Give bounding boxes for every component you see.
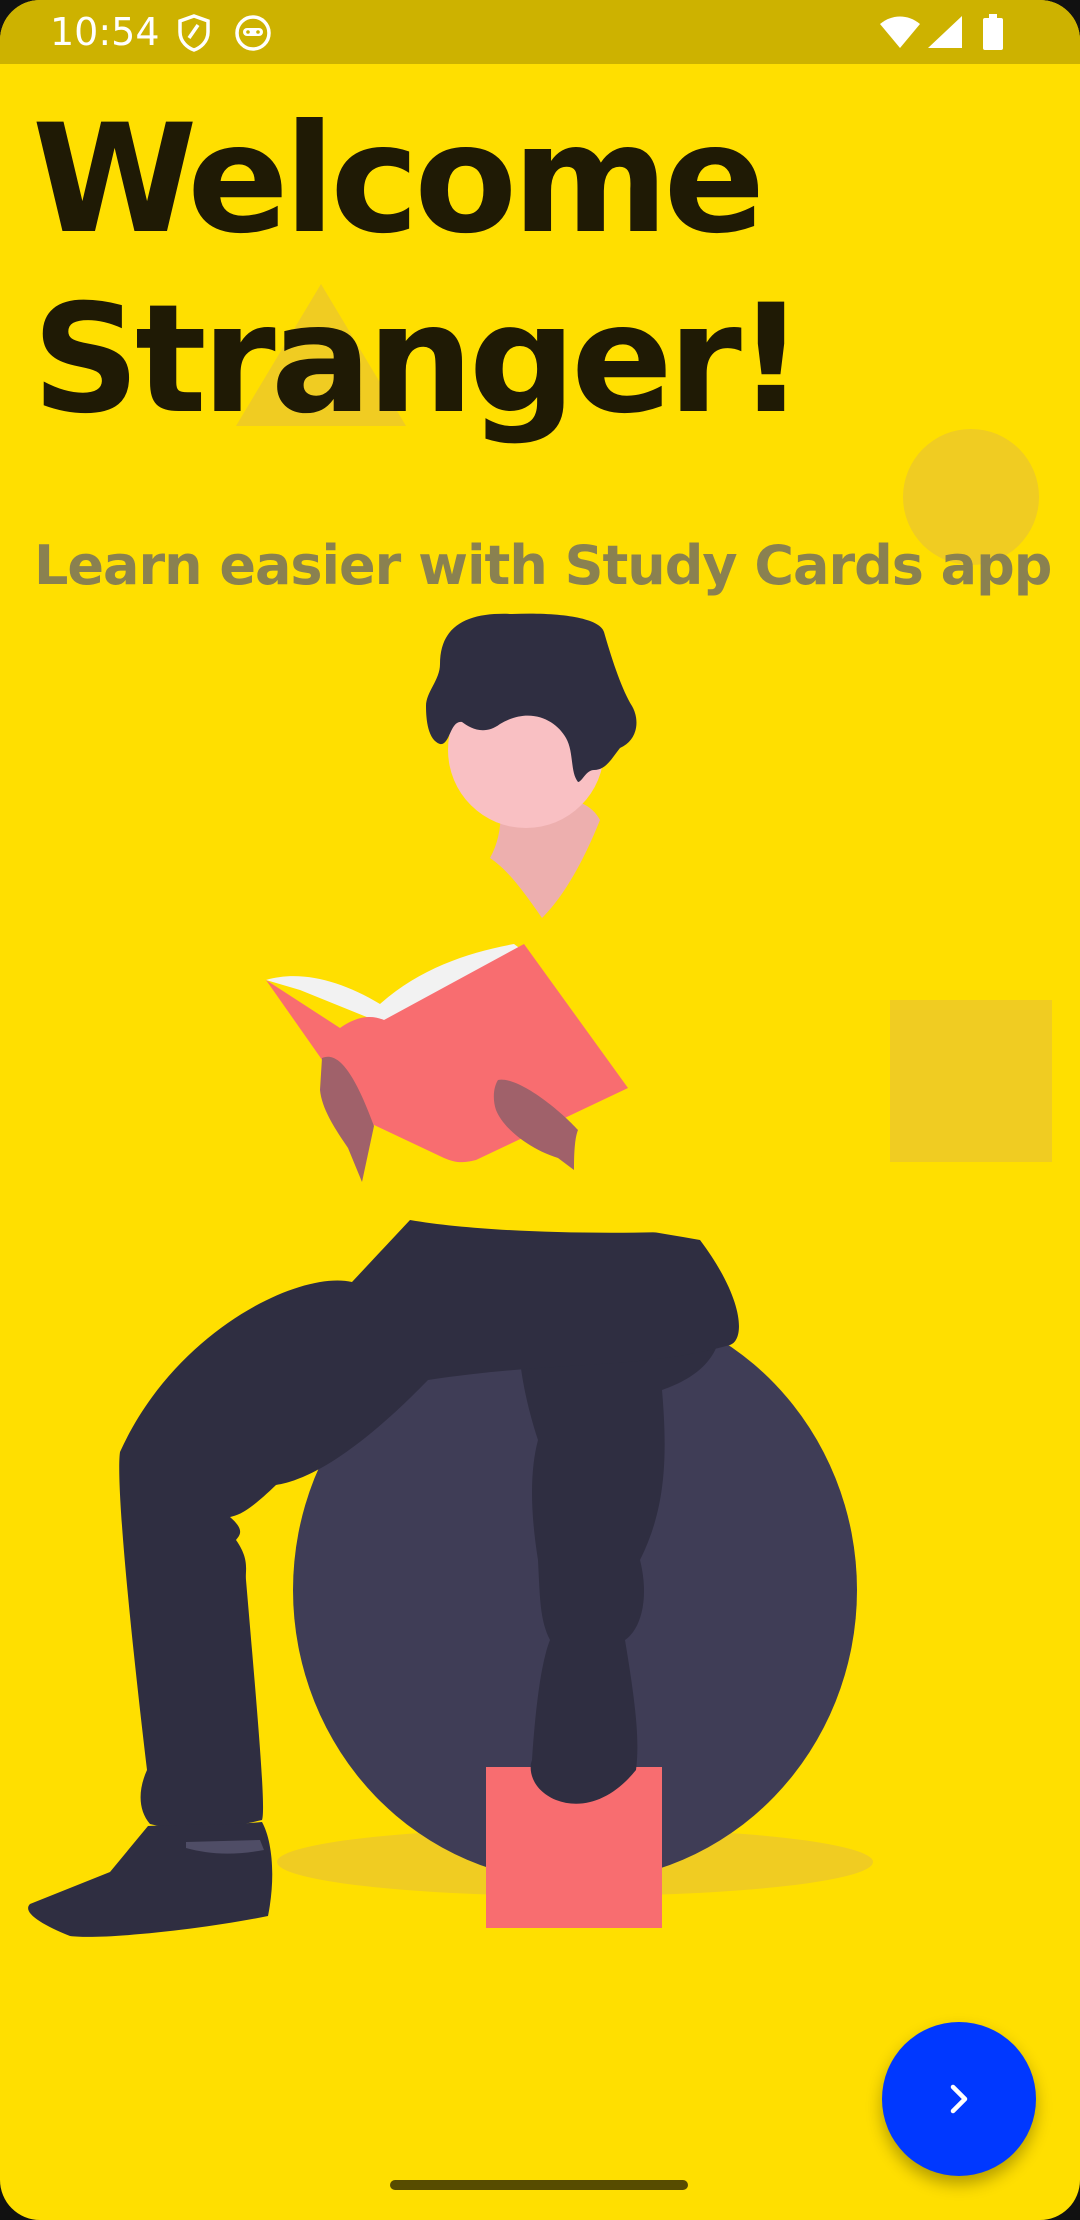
chevron-right-icon <box>950 2084 968 2114</box>
next-button[interactable] <box>882 2022 1036 2176</box>
front-shoe <box>28 1822 273 1937</box>
welcome-title: Welcome Stranger! <box>32 90 805 450</box>
title-line-2: Stranger! <box>32 273 805 447</box>
title-line-1: Welcome <box>32 93 765 267</box>
welcome-screen: 10:54 Welcome Stranger! Learn easier wit… <box>0 0 1080 2220</box>
welcome-subtitle: Learn easier with Study Cards app <box>34 534 1052 597</box>
home-indicator[interactable] <box>390 2180 688 2190</box>
